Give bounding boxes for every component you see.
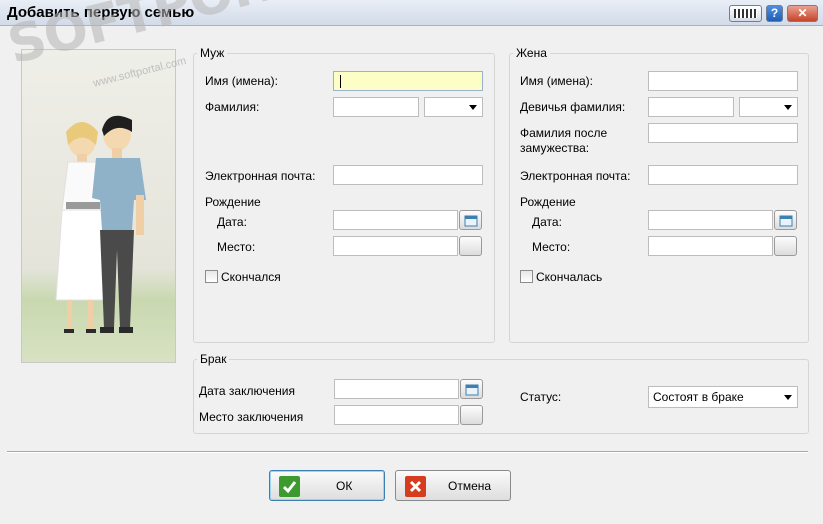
- husband-last-name-label: Фамилия:: [205, 100, 260, 114]
- ok-button-label: ОК: [336, 479, 353, 493]
- close-button[interactable]: ✕: [787, 5, 818, 22]
- wife-deceased-checkbox[interactable]: [520, 270, 533, 283]
- husband-last-name-dropdown[interactable]: [424, 97, 483, 117]
- cancel-button[interactable]: Отмена: [395, 470, 511, 501]
- calendar-icon: [465, 384, 479, 396]
- marriage-place-label: Место заключения: [199, 410, 304, 424]
- wife-birth-date-input[interactable]: [648, 210, 773, 230]
- wife-birth-place-label: Место:: [532, 240, 571, 254]
- husband-birth-place-input[interactable]: [333, 236, 458, 256]
- keyboard-button[interactable]: [729, 5, 762, 22]
- husband-email-input[interactable]: [333, 165, 483, 185]
- husband-birth-date-input[interactable]: [333, 210, 458, 230]
- husband-first-name-label: Имя (имена):: [205, 74, 278, 88]
- couple-icon: [55, 115, 146, 333]
- marriage-status-dropdown[interactable]: Состоят в браке: [648, 386, 798, 408]
- marriage-date-label: Дата заключения: [199, 384, 295, 398]
- husband-deceased-checkbox[interactable]: [205, 270, 218, 283]
- keyboard-icon: [734, 9, 757, 18]
- calendar-icon: [779, 215, 793, 227]
- wife-email-input[interactable]: [648, 165, 798, 185]
- husband-birth-place-label: Место:: [217, 240, 256, 254]
- chevron-down-icon: [469, 105, 477, 110]
- marriage-date-calendar-button[interactable]: [460, 379, 483, 399]
- marriage-legend: Брак: [197, 352, 230, 366]
- wife-married-name-label-1: Фамилия после: [520, 126, 608, 140]
- wife-deceased-label: Скончалась: [536, 270, 603, 284]
- wife-email-label: Электронная почта:: [520, 169, 631, 183]
- separator: [7, 451, 808, 453]
- husband-email-label: Электронная почта:: [205, 169, 316, 183]
- marriage-status-value: Состоят в браке: [653, 390, 744, 404]
- checkmark-icon: [279, 476, 300, 497]
- wife-first-name-label: Имя (имена):: [520, 74, 593, 88]
- cancel-x-icon: [405, 476, 426, 497]
- wife-maiden-name-input[interactable]: [648, 97, 734, 117]
- husband-first-name-input[interactable]: [333, 71, 483, 91]
- wife-first-name-input[interactable]: [648, 71, 798, 91]
- husband-last-name-input[interactable]: [333, 97, 419, 117]
- title-bar: Добавить первую семью ? ✕: [0, 0, 823, 26]
- window-title: Добавить первую семью: [7, 4, 195, 21]
- husband-birth-date-calendar-button[interactable]: [459, 210, 482, 230]
- cancel-button-label: Отмена: [448, 479, 492, 493]
- husband-birth-label: Рождение: [205, 195, 261, 209]
- wife-married-name-label-2: замужества:: [520, 141, 590, 155]
- husband-legend: Муж: [197, 46, 228, 60]
- marriage-place-button[interactable]: [460, 405, 483, 425]
- wife-birth-place-button[interactable]: [774, 236, 797, 256]
- wife-birth-date-label: Дата:: [532, 215, 562, 229]
- husband-birth-place-button[interactable]: [459, 236, 482, 256]
- wife-birth-label: Рождение: [520, 195, 576, 209]
- wife-birth-date-calendar-button[interactable]: [774, 210, 797, 230]
- marriage-status-label: Статус:: [520, 390, 562, 404]
- chevron-down-icon: [784, 105, 792, 110]
- help-button[interactable]: ?: [766, 5, 783, 22]
- wife-legend: Жена: [513, 46, 550, 60]
- text-caret: [340, 75, 341, 88]
- chevron-down-icon: [784, 395, 792, 400]
- calendar-icon: [464, 215, 478, 227]
- ok-button[interactable]: ОК: [269, 470, 385, 501]
- husband-deceased-label: Скончался: [221, 270, 281, 284]
- wife-maiden-name-label: Девичья фамилия:: [520, 100, 626, 114]
- wife-married-name-input[interactable]: [648, 123, 798, 143]
- wife-maiden-name-dropdown[interactable]: [739, 97, 798, 117]
- marriage-place-input[interactable]: [334, 405, 459, 425]
- wife-birth-place-input[interactable]: [648, 236, 773, 256]
- marriage-date-input[interactable]: [334, 379, 459, 399]
- couple-illustration: [21, 49, 176, 363]
- husband-birth-date-label: Дата:: [217, 215, 247, 229]
